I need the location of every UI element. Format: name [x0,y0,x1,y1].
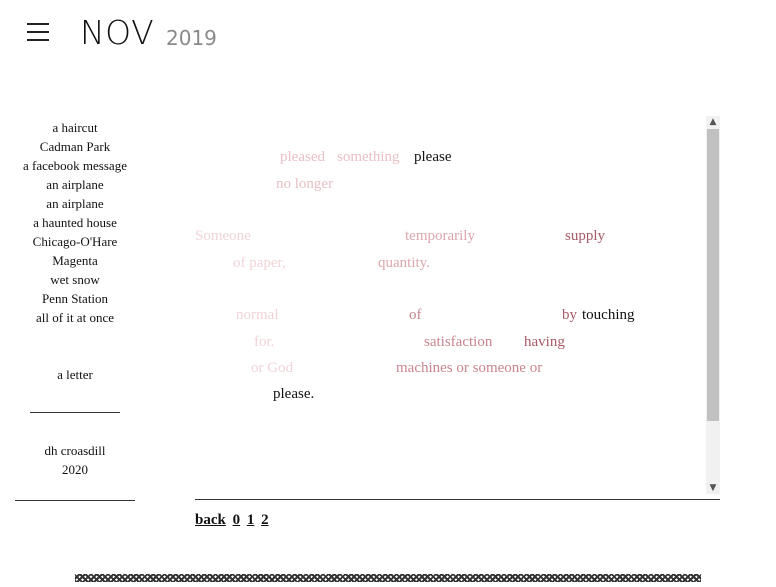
poem-scrollbar[interactable]: ▲ ▼ [706,116,720,494]
poem-divider [195,499,720,500]
sidebar-item-penn-station[interactable]: Penn Station [15,289,135,308]
poem-word: having [524,334,565,350]
poem-word: pleased [280,149,325,165]
poem-word: please [414,149,452,165]
poem-word: for. [254,334,275,350]
year-label: 2019 [166,26,217,50]
poem-scroll-area[interactable]: pleased something please no longer Someo… [195,118,705,494]
pagination: back 0 1 2 [195,512,272,529]
poem-word: or God [251,360,294,376]
page-link-1[interactable]: 1 [247,512,255,528]
poem-word: by [562,307,577,323]
author-year: 2020 [62,462,88,477]
poem-word: machines or someone or [396,360,543,376]
poem-word: normal [236,307,279,323]
poem-word: please. [273,386,315,402]
scroll-down-arrow-icon[interactable]: ▼ [706,482,720,494]
sidebar-item-magenta[interactable]: Magenta [15,251,135,270]
sidebar-item-facebook-message[interactable]: a facebook message [15,156,135,175]
author-credit: dh croasdill 2020 [15,441,135,479]
author-name: dh croasdill [44,443,106,458]
sidebar-item-cadman-park[interactable]: Cadman Park [15,137,135,156]
poem-word: of paper, [233,255,286,271]
month-title: NOV [80,13,155,52]
hamburger-menu-icon[interactable] [27,22,49,42]
sidebar-item-chicago-ohare[interactable]: Chicago-O'Hare [15,232,135,251]
sidebar-list: a haircut Cadman Park a facebook message… [15,118,135,327]
back-link[interactable]: back [195,512,226,528]
sidebar-item-all-at-once[interactable]: all of it at once [15,308,135,327]
sidebar-bottom-divider [15,500,135,501]
sidebar-item-airplane-1[interactable]: an airplane [15,175,135,194]
sidebar-item-wet-snow[interactable]: wet snow [15,270,135,289]
page-link-0[interactable]: 0 [233,512,241,528]
zigzag-divider [75,574,701,582]
poem-word: of [409,307,422,323]
poem-word: temporarily [405,228,475,244]
sidebar-item-haircut[interactable]: a haircut [15,118,135,137]
sidebar: a haircut Cadman Park a facebook message… [15,118,135,479]
poem-word: touching [582,307,635,323]
sidebar-item-airplane-2[interactable]: an airplane [15,194,135,213]
sidebar-item-haunted-house[interactable]: a haunted house [15,213,135,232]
poem-word: Someone [195,228,251,244]
poem-word: quantity. [378,255,430,271]
page-link-2[interactable]: 2 [261,512,269,528]
sidebar-item-letter[interactable]: a letter [15,365,135,384]
sidebar-divider [30,412,120,413]
poem-word: something [337,149,400,165]
poem-word: no longer [276,176,334,192]
poem-word: satisfaction [424,334,493,350]
scrollbar-thumb[interactable] [707,129,719,421]
scroll-up-arrow-icon[interactable]: ▲ [706,116,720,128]
poem-word: supply [565,228,606,244]
